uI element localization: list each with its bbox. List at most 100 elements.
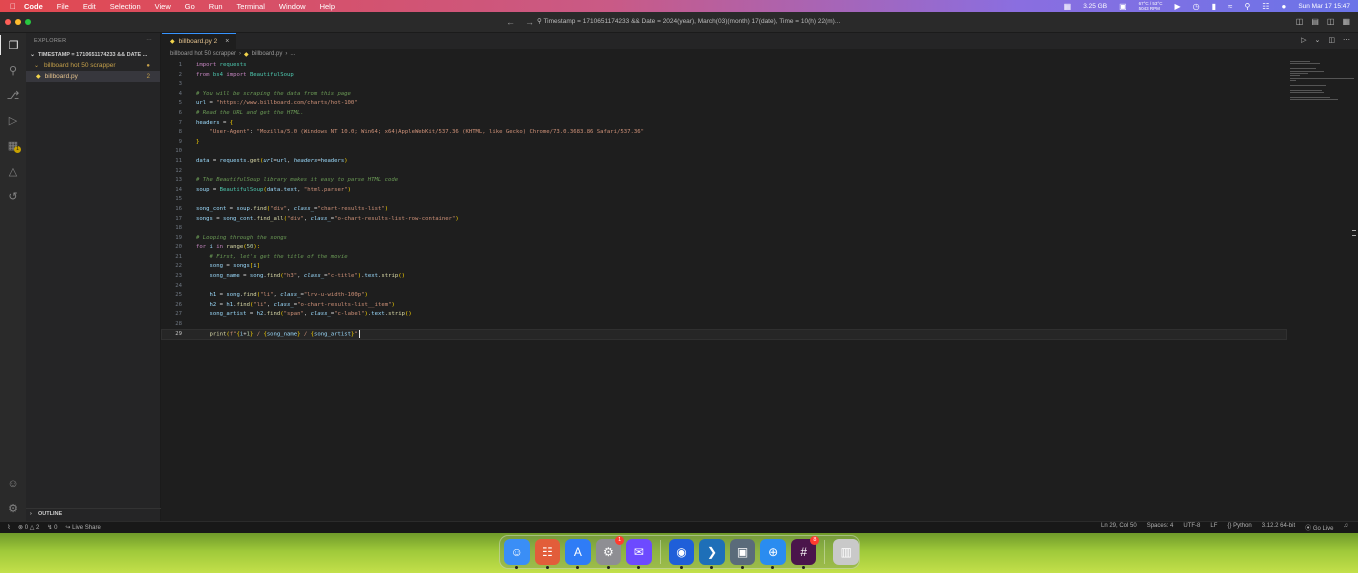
mail-icon[interactable]: ✉ [626,539,652,569]
code-line[interactable]: 18 [162,224,1286,234]
settings-icon[interactable]: ⚙ 1 [595,536,625,569]
chevron-down-icon[interactable]: ⌄ [1315,36,1321,44]
code-line[interactable]: 12 [162,167,1286,177]
preview-icon[interactable]: ▣ [729,539,756,569]
code-line[interactable]: 16 song_cont = soup.find("div", class_="c… [162,205,1286,215]
code-line[interactable]: 2 from bs4 import BeautifulSoup [162,71,1286,81]
app-store-icon[interactable]: A [565,539,591,569]
menu-run[interactable]: Run [209,2,223,11]
search-icon[interactable]: ⚲ [1244,2,1250,11]
code-line[interactable]: 6 # Read the URL and get the HTML. [162,109,1286,119]
code-line[interactable]: 15 [162,195,1286,205]
temp-fan-readout[interactable]: 67°C / 53°C 5043 RPM [1139,1,1163,11]
more-actions-icon[interactable]: ⋯ [1343,36,1350,44]
firefox-icon[interactable]: ◉ [668,539,695,569]
toggle-sidebar-icon[interactable]: ◫ [1296,17,1304,26]
play-circle-icon[interactable]: ▶ [1175,2,1181,11]
code-line[interactable]: 27 song_artist = h2.find("span", class_=… [162,310,1286,320]
minimap[interactable] [1290,61,1356,101]
vscode-icon[interactable]: ❯ [699,539,725,569]
slack-icon[interactable]: #8 [790,536,820,569]
problems-indicator[interactable]: ⊗ 0 △ 2 [18,524,39,531]
back-arrow-icon[interactable]: ← [506,17,515,27]
safari-icon[interactable]: ⊕ [760,539,786,569]
remote-indicator-icon[interactable]: ⌇ [0,522,18,534]
thermometer-icon[interactable]: ▣ [1119,2,1127,11]
minimize-window-button[interactable] [15,19,21,25]
go-live-button[interactable]: ⦿ Go Live [1305,523,1333,532]
code-line[interactable]: 14 soup = BeautifulSoup(data.text, "html.… [162,186,1286,196]
search-icon[interactable]: ⚲ [0,60,26,80]
time-machine-icon[interactable]: ◷ [1193,2,1200,11]
file-row[interactable]: ◆ billboard.py 2 [26,71,160,82]
notifications-bell-icon[interactable]: ♫ [1344,523,1349,532]
battery-icon[interactable]: ▮ [1212,2,1216,11]
menu-view[interactable]: View [155,2,171,11]
remote-explorer-icon[interactable]: ↺ [0,186,26,206]
end-of-line[interactable]: LF [1210,523,1217,532]
code-line[interactable]: 8 "User-Agent": "Mozilla/5.0 (Windows NT… [162,128,1286,138]
code-line[interactable]: 3 [162,80,1286,90]
code-line[interactable]: 21 # First, let's get the title of the m… [162,253,1286,263]
menubar-clock[interactable]: Sun Mar 17 15:47 [1298,3,1350,10]
explorer-icon[interactable]: ❐ [0,35,26,55]
code-line[interactable]: 17 songs = song_cont.find_all("div", clas… [162,215,1286,225]
wifi-icon[interactable]: ≈ [1228,2,1232,11]
code-line[interactable]: 28 [162,320,1286,330]
code-line[interactable]: 23 song_name = song.find("h3", class_="c… [162,272,1286,282]
split-editor-icon[interactable]: ◫ [1328,36,1335,44]
toggle-panel-icon[interactable]: ▤ [1311,17,1319,26]
outline-section[interactable]: › OUTLINE [26,508,161,519]
control-center-icon[interactable]: ☷ [1262,2,1269,11]
run-debug-icon[interactable]: ▷ [0,110,26,130]
python-interpreter[interactable]: 3.12.2 64-bit [1262,523,1295,532]
ports-indicator[interactable]: ↯ 0 [47,524,57,531]
testing-icon[interactable]: △ [0,161,26,181]
menu-file[interactable]: File [57,2,69,11]
command-center[interactable]: ⚲ Timestamp = 1710651174233 && Date = 20… [537,17,840,25]
cursor-position[interactable]: Ln 29, Col 50 [1101,523,1137,532]
code-line[interactable]: 11 data = requests.get(url=url, headers=h… [162,157,1286,167]
account-icon[interactable]: ☺ [0,474,26,494]
run-file-icon[interactable]: ▷ [1301,36,1306,44]
code-line[interactable]: 10 [162,147,1286,157]
encoding[interactable]: UTF-8 [1183,523,1200,532]
code-line[interactable]: 9} [162,138,1286,148]
close-icon[interactable]: × [225,38,229,45]
menu-app-name[interactable]: Code [24,2,43,11]
code-line[interactable]: 4 # You will be scraping the data from th… [162,90,1286,100]
code-line[interactable]: 24 [162,282,1286,292]
code-line[interactable]: 7 headers = { [162,119,1286,129]
code-editor[interactable]: 1 import requests 2 from bs4 import Beautif… [161,61,1287,341]
live-share-button[interactable]: ↪ Live Share [65,524,100,531]
breadcrumb-folder[interactable]: billboard hot 50 scrapper [170,51,236,57]
manage-gear-icon[interactable]: ⚙ [0,498,26,518]
launchpad-icon[interactable]: ☷ [534,539,561,569]
menu-go[interactable]: Go [185,2,195,11]
language-mode[interactable]: {} Python [1227,523,1251,532]
menu-selection[interactable]: Selection [110,2,141,11]
code-line[interactable]: 22 song = songs[i] [162,262,1286,272]
menu-edit[interactable]: Edit [83,2,96,11]
toggle-secondary-sidebar-icon[interactable]: ◫ [1327,17,1335,26]
more-actions-icon[interactable]: ⋯ [146,38,152,44]
code-line[interactable]: 13 # The BeautifulSoup library makes it e… [162,176,1286,186]
memory-usage[interactable]: 3.25 GB [1083,3,1107,10]
zoom-window-button[interactable] [25,19,31,25]
folder-row[interactable]: ⌄ billboard hot 50 scrapper ● [26,60,160,71]
close-window-button[interactable] [5,19,11,25]
code-line[interactable]: 26 h2 = h1.find("li", class_="o-chart-re… [162,301,1286,311]
code-line[interactable]: 29 print(f"{i+1} / {song_name} / {song_a… [161,328,1287,341]
code-line[interactable]: 1 import requests [162,61,1286,71]
breadcrumb-file[interactable]: billboard.py [252,51,283,57]
code-line[interactable]: 5 url = "https://www.billboard.com/charts… [162,99,1286,109]
breadcrumb-symbol[interactable]: ... [290,51,295,57]
siri-icon[interactable]: ● [1281,2,1286,11]
code-line[interactable]: 19 # Looping through the songs [162,234,1286,244]
trash-icon[interactable]: ▥ [833,539,859,565]
memory-chip-icon[interactable]: ▦ [1064,2,1072,11]
workspace-section[interactable]: ⌄ TIMESTAMP = 1710651174233 && DATE ... [26,49,160,60]
indentation[interactable]: Spaces: 4 [1147,523,1174,532]
source-control-icon[interactable]: ⎇ [0,85,26,105]
forward-arrow-icon[interactable]: → [525,17,534,27]
